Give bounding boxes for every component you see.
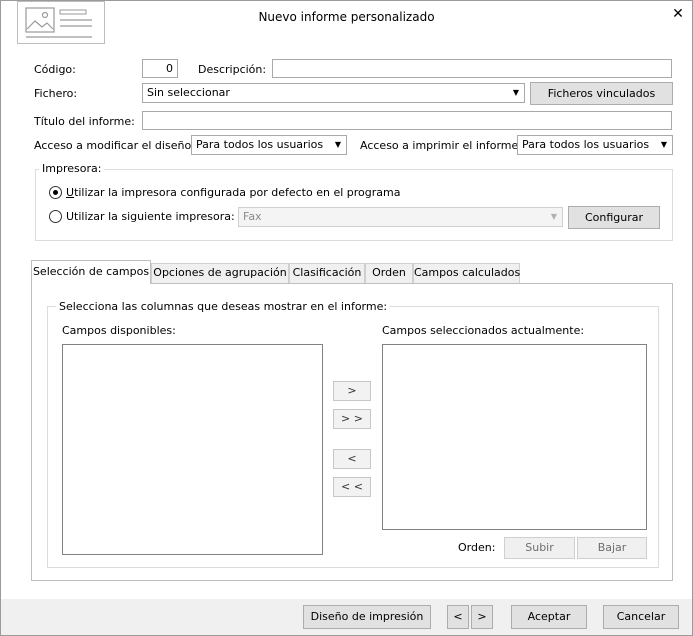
cancelar-button[interactable]: Cancelar: [603, 605, 679, 629]
default-printer-label[interactable]: Utilizar la impresora configurada por de…: [66, 186, 400, 200]
orden-label: Orden:: [458, 541, 496, 554]
tab-campos-calculados[interactable]: Campos calculados: [413, 263, 520, 283]
acceso-modificar-value: Para todos los usuarios: [196, 138, 324, 151]
diseno-impresion-button[interactable]: Diseño de impresión: [303, 605, 431, 629]
radio-specific-printer[interactable]: [49, 210, 62, 223]
specific-printer-label[interactable]: Utilizar la siguiente impresora:: [66, 210, 235, 224]
aceptar-button[interactable]: Aceptar: [511, 605, 587, 629]
fichero-value: Sin seleccionar: [147, 86, 230, 99]
next-button[interactable]: >: [471, 605, 493, 629]
titulo-label: Título del informe:: [34, 115, 135, 128]
codigo-field[interactable]: 0: [142, 59, 178, 78]
default-printer-access-key: U: [66, 186, 75, 199]
selected-fields-label: Campos seleccionados actualmente:: [382, 324, 585, 337]
dialog-title: Nuevo informe personalizado: [258, 10, 435, 24]
ficheros-vinculados-button[interactable]: Ficheros vinculados: [530, 82, 673, 105]
configurar-button[interactable]: Configurar: [568, 206, 660, 229]
remove-field-button[interactable]: <: [333, 449, 371, 469]
default-printer-text: tilizar la impresora configurada por def…: [74, 186, 401, 199]
acceso-imprimir-label: Acceso a imprimir el informe:: [360, 139, 522, 152]
chevron-down-icon: ▼: [512, 88, 520, 97]
acceso-modificar-select[interactable]: Para todos los usuarios ▼: [191, 135, 347, 155]
tab-clasificacion[interactable]: Clasificación: [289, 263, 365, 283]
selected-fields-list[interactable]: [382, 344, 647, 530]
fichero-label: Fichero:: [34, 87, 78, 100]
acceso-imprimir-value: Para todos los usuarios: [522, 138, 650, 151]
remove-all-fields-button[interactable]: < <: [333, 477, 371, 497]
descripcion-field[interactable]: [272, 59, 672, 78]
printer-value: Fax: [243, 210, 262, 223]
available-fields-list[interactable]: [62, 344, 323, 555]
close-icon[interactable]: ✕: [669, 5, 687, 23]
add-field-button[interactable]: >: [333, 381, 371, 401]
titulo-field[interactable]: [142, 111, 672, 130]
radio-default-printer[interactable]: [49, 186, 62, 199]
add-all-fields-button[interactable]: > >: [333, 409, 371, 429]
tab-opciones-agrupacion[interactable]: Opciones de agrupación: [151, 263, 289, 283]
tab-seleccion-campos[interactable]: Selección de campos: [31, 260, 151, 284]
descripcion-label: Descripción:: [198, 63, 267, 76]
previous-button[interactable]: <: [447, 605, 469, 629]
report-dialog: Nuevo informe personalizado ✕ Código: 0 …: [0, 0, 693, 636]
printer-group: [35, 169, 673, 241]
chevron-down-icon: ▼: [660, 140, 668, 149]
printer-group-title: Impresora:: [39, 162, 105, 176]
fields-group-title: Selecciona las columnas que deseas mostr…: [56, 300, 391, 314]
chevron-down-icon: ▼: [550, 212, 558, 221]
subir-button[interactable]: Subir: [504, 537, 575, 559]
chevron-down-icon: ▼: [334, 140, 342, 149]
bajar-button[interactable]: Bajar: [577, 537, 647, 559]
available-fields-label: Campos disponibles:: [62, 324, 176, 337]
fichero-select[interactable]: Sin seleccionar ▼: [142, 83, 525, 103]
printer-select: Fax ▼: [238, 207, 563, 227]
acceso-modificar-label: Acceso a modificar el diseño:: [34, 139, 195, 152]
codigo-label: Código:: [34, 63, 76, 76]
tab-orden[interactable]: Orden: [365, 263, 413, 283]
acceso-imprimir-select[interactable]: Para todos los usuarios ▼: [517, 135, 673, 155]
